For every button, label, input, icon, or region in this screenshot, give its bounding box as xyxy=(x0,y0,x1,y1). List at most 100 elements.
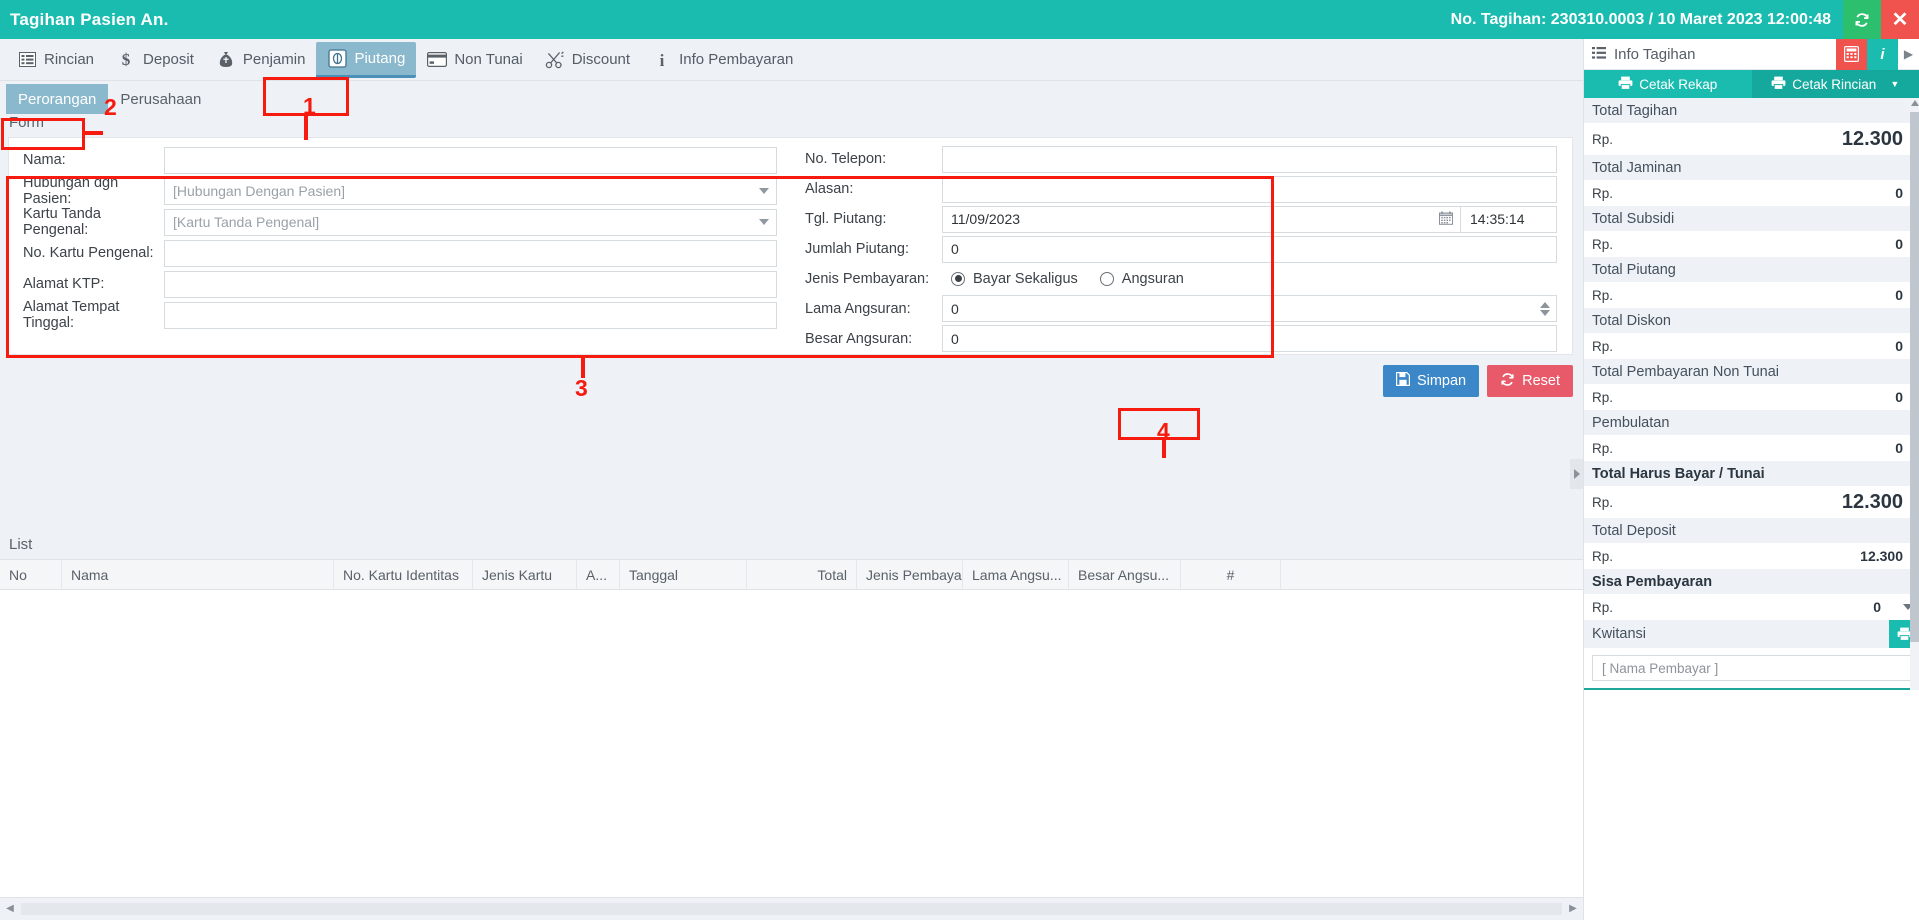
calculator-icon[interactable] xyxy=(1836,38,1867,70)
total-row-value: Rp. 12.300 xyxy=(1584,486,1919,518)
grid-column-header[interactable]: Lama Angsu... xyxy=(963,560,1069,590)
grid-column-header[interactable]: Nama xyxy=(62,560,334,590)
grid-column-header[interactable]: A... xyxy=(577,560,620,590)
total-row-label: Total Subsidi xyxy=(1584,206,1919,231)
tab-perusahaan[interactable]: Perusahaan xyxy=(108,84,213,114)
currency-prefix: Rp. xyxy=(1592,185,1614,201)
field-no-kartu-pengenal: No. Kartu Pengenal: xyxy=(9,238,791,268)
total-row-label: Pembulatan xyxy=(1584,410,1919,435)
no-kartu-pengenal-input[interactable] xyxy=(164,239,777,267)
toolbar-item-discount[interactable]: Discount xyxy=(534,42,641,78)
spinner-icon[interactable] xyxy=(1540,301,1550,316)
reset-button[interactable]: Reset xyxy=(1487,365,1573,397)
sisa-pembayaran-label: Sisa Pembayaran xyxy=(1584,569,1919,594)
jenis-pembayaran-radio-group: Bayar Sekaligus Angsuran xyxy=(942,271,1571,287)
save-icon xyxy=(1395,372,1410,390)
cetak-rekap-button[interactable]: Cetak Rekap xyxy=(1584,70,1752,98)
field-label: Alamat Tempat Tinggal: xyxy=(23,299,120,331)
grid-column-header[interactable]: Jenis Pembayar... xyxy=(857,560,963,590)
sidebar-totals-scroll-area[interactable]: Total Tagihan Rp. 12.300 Total Jaminan Rp. 0 T… xyxy=(1584,98,1919,690)
toolbar-item-deposit[interactable]: $ Deposit xyxy=(105,42,205,78)
sisa-pembayaran-value: 0 xyxy=(1873,599,1881,615)
scrollbar-track[interactable] xyxy=(21,902,1562,915)
tab-label: Perorangan xyxy=(18,90,97,108)
toolbar-item-piutang[interactable]: Piutang xyxy=(316,41,417,78)
refresh-icon[interactable] xyxy=(1843,0,1881,39)
tgl-piutang-date-input[interactable]: 11/09/2023 xyxy=(942,205,1461,233)
scroll-left-icon[interactable]: ◀ xyxy=(0,899,20,919)
annotation-number-4: 4 xyxy=(1157,418,1170,444)
total-row-value: Rp. 12.300 xyxy=(1584,543,1919,569)
currency-prefix: Rp. xyxy=(1592,131,1614,147)
total-row-value: Rp. 0 xyxy=(1584,231,1919,257)
sidebar-title-group: Info Tagihan xyxy=(1584,46,1836,63)
tab-label: Perusahaan xyxy=(120,90,202,108)
total-row-value: Rp. 0 xyxy=(1584,180,1919,206)
grid-column-header[interactable]: Tanggal xyxy=(620,560,747,590)
scrollbar-thumb[interactable] xyxy=(1910,112,1919,642)
besar-angsuran-input[interactable]: 0 xyxy=(942,325,1557,353)
info-icon[interactable]: i xyxy=(1867,38,1898,70)
radio-angsuran[interactable]: Angsuran xyxy=(1099,271,1184,287)
grid-column-header[interactable]: Jenis Kartu xyxy=(473,560,577,590)
scroll-up-icon[interactable] xyxy=(1911,100,1919,106)
svg-text:$: $ xyxy=(122,50,131,69)
save-button[interactable]: Simpan xyxy=(1382,365,1480,397)
field-alamat-ktp: Alamat KTP: xyxy=(9,269,791,299)
sidebar-scrollbar[interactable] xyxy=(1910,98,1919,690)
tgl-piutang-time-input[interactable]: 14:35:14 xyxy=(1461,205,1557,233)
calendar-icon[interactable] xyxy=(1439,211,1453,228)
chevron-right-icon[interactable]: ▶ xyxy=(1898,47,1919,61)
radio-dot xyxy=(1099,271,1114,286)
no-telepon-input[interactable] xyxy=(942,145,1557,173)
list-icon xyxy=(17,50,37,70)
select-value: [Hubungan Dengan Pasien] xyxy=(173,183,346,199)
grid-column-header[interactable]: Besar Angsu... xyxy=(1069,560,1181,590)
form-action-buttons: Simpan Reset xyxy=(1382,365,1573,397)
total-amount: 0 xyxy=(1895,389,1903,405)
field-label: Hubungan dgn Pasien: xyxy=(23,175,119,207)
radio-bayar-sekaligus[interactable]: Bayar Sekaligus xyxy=(951,271,1078,287)
toolbar-label: Non Tunai xyxy=(454,51,523,68)
reset-icon xyxy=(1500,372,1515,391)
printer-icon xyxy=(1771,76,1786,93)
form-column-right: No. Telepon: Alasan: Tgl. Piutang: 11/09… xyxy=(791,138,1571,354)
tab-perorangan[interactable]: Perorangan xyxy=(6,84,109,114)
total-amount: 0 xyxy=(1895,440,1903,456)
total-row-label: Total Tagihan xyxy=(1584,98,1919,123)
toolbar-item-non-tunai[interactable]: Non Tunai xyxy=(416,42,533,78)
lama-angsuran-input[interactable]: 0 xyxy=(942,295,1557,323)
kwitansi-label: Kwitansi xyxy=(1592,626,1646,642)
kartu-tanda-pengenal-select[interactable]: [Kartu Tanda Pengenal] xyxy=(164,208,777,236)
close-icon[interactable]: ✕ xyxy=(1881,0,1919,39)
toolbar-label: Piutang xyxy=(354,49,406,67)
total-row-label: Total Piutang xyxy=(1584,257,1919,282)
grid-column-header[interactable]: No xyxy=(0,560,62,590)
grid-body xyxy=(0,590,1583,897)
hubungan-select[interactable]: [Hubungan Dengan Pasien] xyxy=(164,177,777,205)
field-hubungan: Hubungan dgn Pasien: [Hubungan Dengan Pa… xyxy=(9,175,791,207)
alasan-input[interactable] xyxy=(942,175,1557,203)
grid-column-header[interactable]: # xyxy=(1181,560,1281,590)
scroll-right-icon[interactable]: ▶ xyxy=(1563,899,1583,919)
grid-header-row: No Nama No. Kartu Identitas Jenis Kartu A...… xyxy=(0,560,1583,590)
annotation-leader-2 xyxy=(85,131,103,135)
nama-pembayar-input[interactable]: [ Nama Pembayar ] xyxy=(1592,655,1911,681)
horizontal-scrollbar[interactable]: ◀ ▶ xyxy=(0,897,1583,919)
toolbar-item-penjamin[interactable]: Penjamin xyxy=(205,42,317,78)
currency-prefix: Rp. xyxy=(1592,599,1614,615)
panel-collapse-handle[interactable] xyxy=(1570,459,1583,489)
alamat-ktp-input[interactable] xyxy=(164,270,777,298)
finalkan-tagihan-button[interactable]: Finalkan Tagihan xyxy=(1584,688,1919,690)
grid-column-header[interactable]: Total xyxy=(747,560,857,590)
chevron-down-icon[interactable]: ▼ xyxy=(1890,79,1899,89)
toolbar-item-rincian[interactable]: Rincian xyxy=(6,42,105,78)
toolbar-item-info-pembayaran[interactable]: i Info Pembayaran xyxy=(641,42,804,78)
total-row-label: Total Jaminan xyxy=(1584,155,1919,180)
jumlah-piutang-input[interactable]: 0 xyxy=(942,235,1557,263)
alamat-tempat-tinggal-input[interactable] xyxy=(164,301,777,329)
grid-column-header[interactable]: No. Kartu Identitas xyxy=(334,560,473,590)
nama-input[interactable] xyxy=(164,146,777,174)
moneybag-icon xyxy=(216,50,236,70)
cetak-rincian-button[interactable]: Cetak Rincian ▼ xyxy=(1751,70,1919,98)
